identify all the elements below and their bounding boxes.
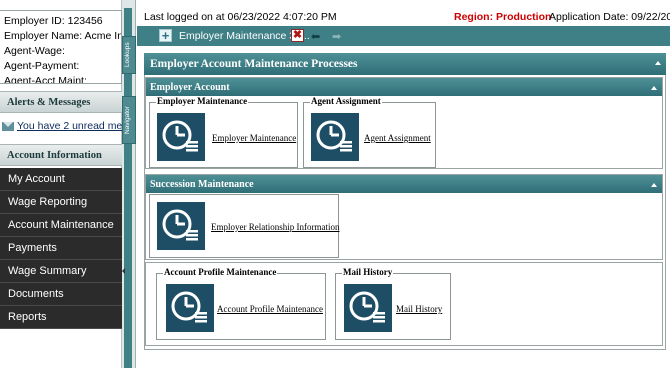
collapse-up-icon[interactable]	[655, 61, 661, 65]
back-arrow-icon[interactable]: ⬅	[311, 30, 320, 43]
employer-relationship-card: Employer Relationship Information	[149, 194, 339, 258]
left-sidebar: Employer ID: 123456 Employer Name: Acme …	[0, 0, 122, 368]
envelope-icon	[2, 122, 14, 131]
main-panel-header: Employer Account Maintenance Processes	[144, 53, 666, 75]
card-title: Employer Maintenance	[156, 96, 249, 106]
menu-item-account-maintenance[interactable]: Account Maintenance	[0, 214, 122, 237]
region-label: Region: Production	[454, 11, 552, 23]
menu-item-wage-summary[interactable]: Wage Summary	[0, 260, 122, 283]
clock-document-icon[interactable]	[166, 284, 214, 332]
employer-maintenance-link[interactable]: Employer Maintenance	[212, 133, 296, 143]
top-header: Last logged on at 06/23/2022 4:07:20 PM …	[137, 10, 670, 26]
mail-history-link[interactable]: Mail History	[396, 304, 442, 314]
application-date: Application Date: 09/22/2022	[549, 11, 670, 23]
agent-payment: Agent-Payment:	[4, 60, 80, 72]
menu-item-reports[interactable]: Reports	[0, 306, 122, 329]
employer-info-panel: Employer ID: 123456 Employer Name: Acme …	[0, 10, 122, 84]
menu-item-wage-reporting[interactable]: Wage Reporting	[0, 191, 122, 214]
clock-document-icon[interactable]	[311, 113, 359, 161]
forward-arrow-icon: ➡	[332, 31, 342, 43]
tab-navigator[interactable]: Navigator	[122, 96, 136, 144]
employer-account-header: Employer Account	[146, 78, 662, 96]
profile-section: Account Profile Maintenance Account Prof…	[145, 262, 663, 346]
alerts-message-row[interactable]: You have 2 unread mess	[0, 119, 122, 135]
account-information-heading: Account Information	[0, 144, 122, 166]
employer-relationship-link[interactable]: Employer Relationship Information	[211, 222, 339, 232]
account-profile-maintenance-link[interactable]: Account Profile Maintenance	[217, 304, 323, 314]
collapse-up-icon[interactable]	[651, 86, 657, 90]
tab-lookups[interactable]: Lookups	[122, 36, 136, 74]
employer-id: Employer ID: 123456	[4, 15, 103, 27]
close-tab-icon[interactable]: ✖	[291, 29, 304, 42]
mail-history-card: Mail History Mail History	[335, 267, 451, 340]
card-title: Mail History	[342, 267, 394, 277]
employer-maintenance-card: Employer Maintenance Employer Maintenanc…	[149, 96, 298, 168]
tab-navigator-label: Navigator	[124, 106, 131, 134]
account-menu: My Account Wage Reporting Account Mainte…	[0, 168, 122, 329]
alerts-heading: Alerts & Messages	[0, 91, 122, 113]
collapse-up-icon[interactable]	[651, 183, 657, 187]
main-panel-title: Employer Account Maintenance Processes	[150, 58, 358, 70]
unread-messages-link[interactable]: You have 2 unread mess	[17, 120, 122, 132]
succession-maintenance-section: Succession Maintenance Employer Relation…	[145, 174, 663, 260]
add-tab-icon[interactable]: +	[159, 29, 172, 42]
vertical-tab-strip: Lookups Navigator	[122, 0, 136, 368]
menu-item-my-account[interactable]: My Account	[0, 168, 122, 191]
agent-wage: Agent-Wage:	[4, 45, 65, 57]
succession-heading: Succession Maintenance	[150, 179, 254, 190]
agent-assignment-card: Agent Assignment Agent Assignment	[303, 96, 436, 168]
tab-bar: + Employer Maintenance 35... ✖ ⬅ ➡	[137, 26, 670, 46]
card-title: Account Profile Maintenance	[163, 267, 278, 277]
employer-name: Employer Name: Acme Inc	[4, 30, 122, 42]
agent-assignment-link[interactable]: Agent Assignment	[364, 133, 431, 143]
employer-account-section: Employer Account Employer Maintenance Em…	[145, 77, 663, 169]
menu-item-documents[interactable]: Documents	[0, 283, 122, 306]
sidebar-collapse-arrow-icon[interactable]	[122, 268, 126, 274]
menu-item-payments[interactable]: Payments	[0, 237, 122, 260]
clock-document-icon[interactable]	[157, 202, 205, 250]
agent-acct-maint: Agent-Acct Maint:	[4, 75, 87, 84]
clock-document-icon[interactable]	[344, 284, 392, 332]
account-profile-maintenance-card: Account Profile Maintenance Account Prof…	[156, 267, 326, 340]
succession-header: Succession Maintenance	[146, 175, 662, 193]
tab-lookups-label: Lookups	[124, 42, 131, 68]
card-title: Agent Assignment	[310, 96, 382, 106]
last-logged-text: Last logged on at 06/23/2022 4:07:20 PM	[144, 11, 337, 23]
clock-document-icon[interactable]	[157, 113, 205, 161]
employer-account-heading: Employer Account	[150, 82, 230, 93]
